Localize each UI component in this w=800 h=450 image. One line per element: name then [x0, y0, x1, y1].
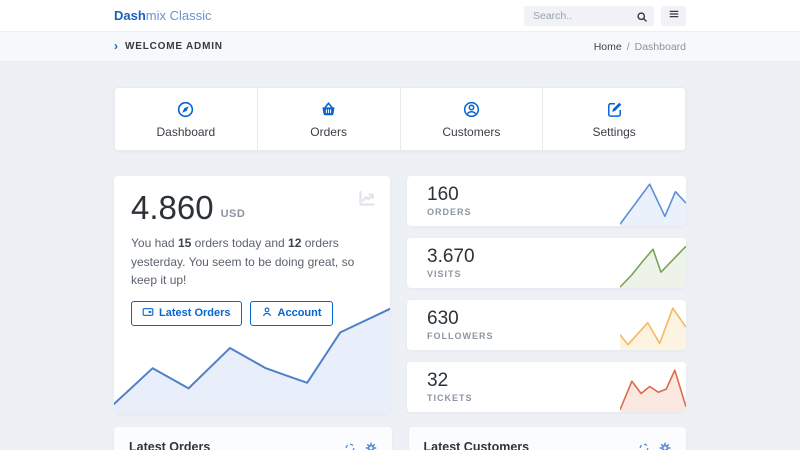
orders-yesterday-count: 12: [288, 236, 301, 250]
page-title: WELCOME ADMIN: [125, 41, 223, 52]
logo-bold: Dash: [114, 8, 146, 23]
logo-rest: mix Classic: [146, 8, 212, 23]
button-label: Latest Orders: [159, 307, 231, 319]
magnifier-icon[interactable]: [636, 10, 648, 22]
breadcrumb-home-link[interactable]: Home: [594, 41, 622, 53]
nav-card-orders[interactable]: Orders: [257, 88, 400, 150]
latest-orders-panel: Latest Orders: [114, 427, 392, 450]
stat-card-tickets[interactable]: 32 TICKETS: [407, 362, 686, 412]
latest-customers-panel: Latest Customers: [409, 427, 687, 450]
stat-card-orders[interactable]: 160 ORDERS: [407, 176, 686, 226]
stat-column: 160 ORDERS 3.670 VISITS 630 FOLLOWERS: [407, 176, 686, 413]
stat-card-visits[interactable]: 3.670 VISITS: [407, 238, 686, 288]
orders-today-count: 15: [178, 236, 191, 250]
followers-sparkline-chart: [620, 306, 686, 350]
compass-icon: [176, 100, 195, 119]
wallet-icon: [142, 306, 154, 321]
button-label: Account: [278, 307, 322, 319]
summary-message: You had 15 orders today and 12 orders ye…: [131, 234, 383, 290]
search-input[interactable]: [524, 6, 654, 26]
breadcrumb-separator: /: [627, 41, 630, 53]
orders-sparkline-chart: [620, 182, 686, 226]
hamburger-icon: [668, 8, 680, 23]
earnings-summary-card: 4.860 USD You had 15 orders today and 12…: [114, 176, 390, 413]
nav-card-settings[interactable]: Settings: [542, 88, 685, 150]
basket-icon: [319, 100, 338, 119]
hero-bar: › WELCOME ADMIN Home / Dashboard: [0, 32, 800, 62]
chevron-right-icon: ›: [114, 40, 118, 52]
refresh-icon[interactable]: [638, 441, 650, 450]
menu-toggle-button[interactable]: [661, 6, 686, 26]
app-logo[interactable]: Dashmix Classic: [114, 8, 212, 23]
earnings-amount: 4.860: [131, 191, 214, 224]
stat-card-followers[interactable]: 630 FOLLOWERS: [407, 300, 686, 350]
earnings-currency: USD: [221, 208, 246, 224]
quick-nav-row: Dashboard Orders Customers Settings: [114, 87, 686, 151]
nav-card-label: Settings: [592, 125, 635, 139]
user-circle-icon: [462, 100, 481, 119]
panel-title: Latest Customers: [424, 440, 530, 450]
nav-card-label: Customers: [442, 125, 500, 139]
user-icon: [261, 306, 273, 321]
breadcrumb-current: Dashboard: [635, 41, 686, 53]
visits-sparkline-chart: [620, 244, 686, 288]
nav-card-label: Orders: [310, 125, 347, 139]
edit-square-icon: [605, 100, 624, 119]
nav-card-customers[interactable]: Customers: [400, 88, 543, 150]
refresh-icon[interactable]: [344, 441, 356, 450]
panel-title: Latest Orders: [129, 440, 210, 450]
search-box: [524, 6, 654, 26]
account-button[interactable]: Account: [250, 301, 333, 326]
breadcrumb: Home / Dashboard: [594, 41, 686, 53]
gear-icon[interactable]: [659, 441, 671, 450]
gear-icon[interactable]: [365, 441, 377, 450]
app-header: Dashmix Classic: [0, 0, 800, 32]
graph-icon: [357, 188, 377, 213]
nav-card-label: Dashboard: [157, 125, 216, 139]
tickets-sparkline-chart: [620, 368, 686, 412]
latest-orders-button[interactable]: Latest Orders: [131, 301, 242, 326]
nav-card-dashboard[interactable]: Dashboard: [115, 88, 257, 150]
main-content: Dashboard Orders Customers Settings: [114, 87, 686, 450]
